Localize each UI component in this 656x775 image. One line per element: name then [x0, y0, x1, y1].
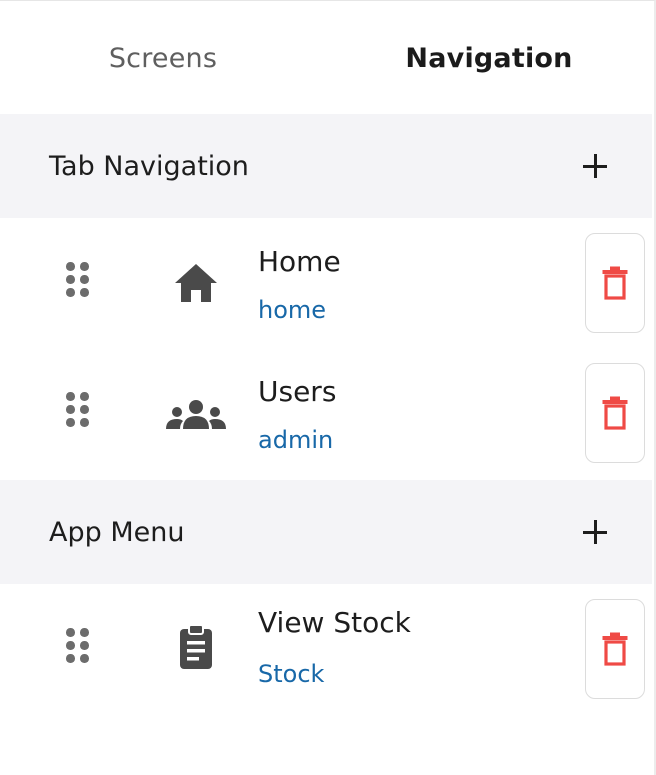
item-route: admin — [258, 426, 334, 454]
section-title: Tab Navigation — [49, 150, 249, 182]
delete-button[interactable] — [585, 599, 645, 699]
drag-handle-icon[interactable] — [66, 628, 96, 672]
users-group-icon — [164, 390, 228, 440]
trash-icon — [602, 396, 628, 430]
drag-handle-icon[interactable] — [66, 262, 96, 306]
delete-button[interactable] — [585, 363, 645, 463]
list-item: Users admin — [0, 348, 652, 478]
plus-icon[interactable] — [580, 151, 610, 181]
home-icon — [164, 258, 228, 308]
section-title: App Menu — [49, 516, 185, 548]
item-route: Stock — [258, 660, 325, 688]
tab-screens[interactable]: Screens — [0, 2, 326, 114]
item-route: home — [258, 296, 327, 324]
plus-icon[interactable] — [580, 517, 610, 547]
item-name: Home — [258, 245, 341, 278]
section-header-app-menu: App Menu — [0, 480, 652, 584]
item-name: View Stock — [258, 606, 411, 639]
navigation-panel: Screens Navigation Tab Navigation Home h… — [0, 0, 656, 775]
section-header-tab-navigation: Tab Navigation — [0, 114, 652, 218]
tab-navigation[interactable]: Navigation — [326, 2, 652, 114]
item-name: Users — [258, 375, 337, 408]
trash-icon — [602, 266, 628, 300]
trash-icon — [602, 632, 628, 666]
clipboard-list-icon — [164, 622, 228, 672]
list-item: View Stock Stock — [0, 584, 652, 714]
drag-handle-icon[interactable] — [66, 392, 96, 436]
list-item: Home home — [0, 218, 652, 348]
panel-tabs: Screens Navigation — [0, 2, 652, 114]
delete-button[interactable] — [585, 233, 645, 333]
